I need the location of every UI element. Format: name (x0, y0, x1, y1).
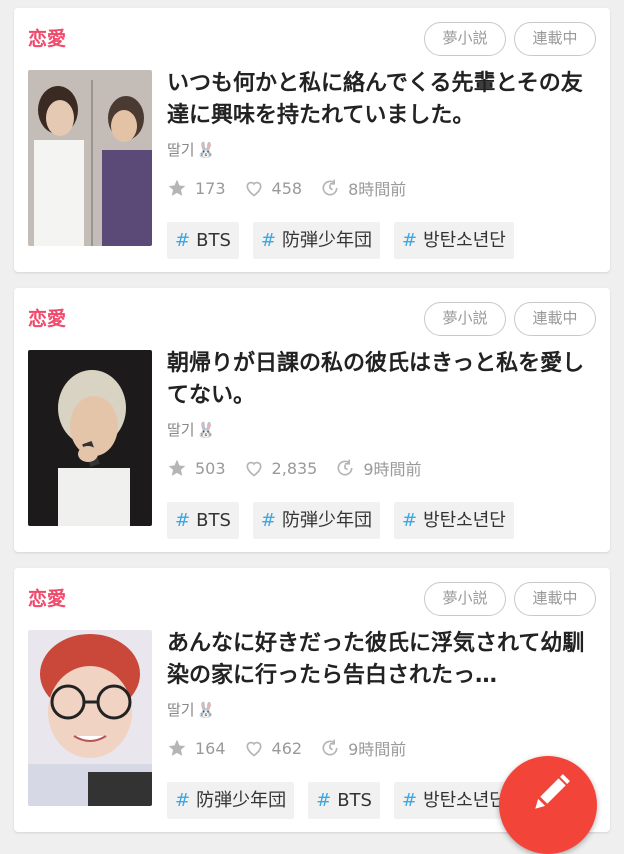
hash-icon: # (260, 230, 276, 251)
hashtag-list: # BTS # 防弾少年団 # 방탄소년단 (167, 502, 514, 539)
clock-refresh-icon (337, 459, 353, 476)
rabbit-icon: 🐰 (196, 701, 216, 719)
category-label: 恋愛 (28, 28, 67, 50)
hashtag-text: 방탄소년단 (423, 510, 506, 531)
author-name[interactable]: 딸기 🐰 (167, 419, 215, 440)
hash-icon: # (316, 790, 332, 811)
clock-refresh-icon (322, 179, 338, 196)
hashtag-text: 방탄소년단 (423, 790, 506, 811)
hashtag-item[interactable]: # 방탄소년단 (393, 222, 514, 259)
author-name[interactable]: 딸기 🐰 (167, 139, 215, 160)
tag-dream-novel[interactable]: 夢小説 (424, 302, 506, 336)
hash-icon: # (401, 230, 418, 251)
star-icon (168, 179, 186, 196)
story-stats: 503 2,835 9時間前 (167, 456, 440, 480)
author-text: 딸기 (167, 421, 195, 439)
story-stats: 173 458 8時間前 (167, 176, 424, 200)
updated-time: 8時間前 (348, 180, 407, 199)
story-card[interactable]: 恋愛 夢小説 連載中 いつも何かと私に絡んでくる先輩とその友達に興味を持たれてい… (14, 8, 610, 272)
hashtag-text: BTS (337, 790, 372, 811)
heart-icon (246, 461, 262, 477)
tag-serializing[interactable]: 連載中 (514, 302, 596, 336)
tag-serializing[interactable]: 連載中 (514, 582, 596, 616)
rabbit-icon: 🐰 (196, 421, 216, 439)
hash-icon: # (175, 230, 191, 251)
pencil-icon (535, 774, 570, 809)
hashtag-item[interactable]: # 방탄소년단 (393, 782, 514, 819)
write-fab-button[interactable] (499, 756, 597, 854)
star-count: 503 (195, 458, 226, 478)
tag-dream-novel[interactable]: 夢小説 (424, 582, 506, 616)
hashtag-item[interactable]: # BTS (167, 502, 239, 539)
hashtag-text: 방탄소년단 (423, 230, 506, 251)
hashtag-item[interactable]: # 防弾少年団 (167, 782, 295, 819)
story-thumbnail[interactable] (28, 350, 152, 526)
author-text: 딸기 (167, 141, 195, 159)
like-count: 2,835 (271, 458, 318, 478)
hashtag-item[interactable]: # BTS (308, 782, 380, 819)
hash-icon: # (175, 790, 191, 811)
updated-time: 9時間前 (363, 460, 422, 479)
hash-icon: # (260, 510, 276, 531)
hash-icon: # (175, 510, 191, 531)
author-name[interactable]: 딸기 🐰 (167, 699, 215, 720)
rabbit-icon: 🐰 (196, 141, 216, 159)
story-stats: 164 462 9時間前 (167, 736, 424, 760)
heart-icon (246, 181, 262, 197)
story-title[interactable]: 朝帰りが日課の私の彼氏はきっと私を愛してない。 (167, 348, 595, 412)
hashtag-text: BTS (196, 510, 231, 531)
hashtag-text: BTS (196, 230, 231, 251)
category-label: 恋愛 (28, 588, 67, 610)
like-count: 462 (271, 738, 303, 758)
category-label: 恋愛 (28, 308, 67, 330)
hashtag-text: 防弾少年団 (281, 510, 372, 531)
star-count: 164 (195, 738, 226, 758)
tag-dream-novel[interactable]: 夢小説 (424, 22, 506, 56)
hash-icon: # (401, 510, 418, 531)
updated-time: 9時間前 (348, 740, 407, 759)
hash-icon: # (401, 790, 418, 811)
story-title[interactable]: いつも何かと私に絡んでくる先輩とその友達に興味を持たれていました。 (167, 68, 595, 132)
author-text: 딸기 (167, 701, 195, 719)
story-thumbnail[interactable] (28, 70, 152, 246)
hashtag-text: 防弾少年団 (196, 790, 287, 811)
star-count: 173 (195, 178, 226, 198)
heart-icon (246, 741, 262, 757)
hashtag-item[interactable]: # 방탄소년단 (393, 502, 514, 539)
like-count: 458 (271, 178, 303, 198)
star-icon (168, 459, 186, 476)
hashtag-item[interactable]: # BTS (167, 222, 239, 259)
hashtag-item[interactable]: # 防弾少年団 (252, 222, 380, 259)
hashtag-item[interactable]: # 防弾少年団 (252, 502, 380, 539)
story-thumbnail[interactable] (28, 630, 152, 806)
story-title[interactable]: あんなに好きだった彼氏に浮気されて幼馴染の家に行ったら告白されたっ… (167, 628, 595, 692)
star-icon (168, 739, 186, 756)
clock-refresh-icon (322, 739, 338, 756)
hashtag-text: 防弾少年団 (281, 230, 372, 251)
story-card[interactable]: 恋愛 夢小説 連載中 朝帰りが日課の私の彼氏はきっと私を愛してない。 딸기 🐰 5… (14, 288, 610, 552)
hashtag-list: # 防弾少年団 # BTS # 방탄소년단 (167, 782, 514, 819)
tag-serializing[interactable]: 連載中 (514, 22, 596, 56)
hashtag-list: # BTS # 防弾少年団 # 방탄소년단 (167, 222, 514, 259)
